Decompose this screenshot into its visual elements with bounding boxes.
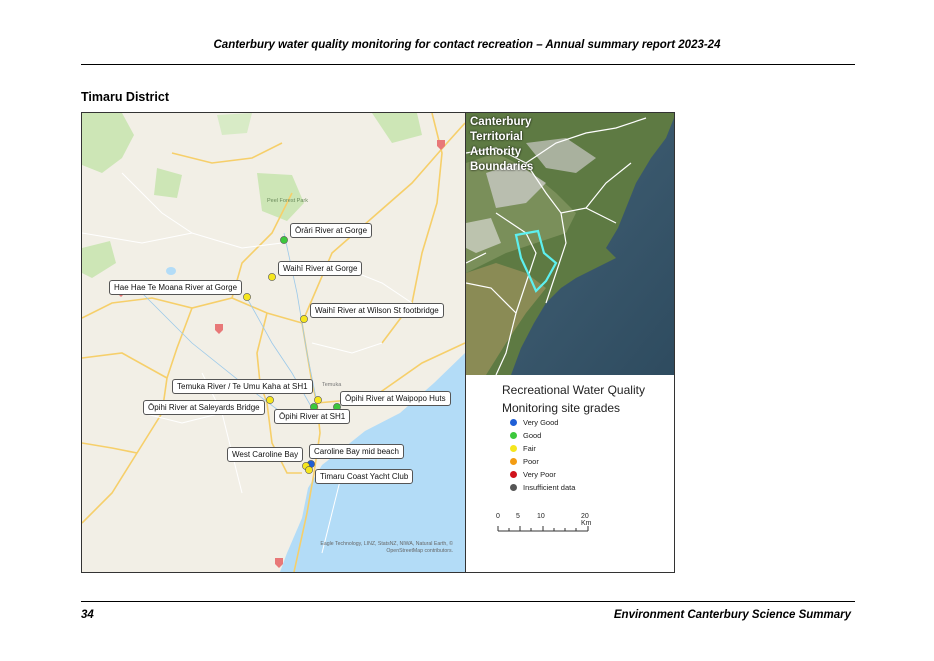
scale-bar: 0 5 10 20 Km (496, 513, 596, 537)
very-good-dot-icon (510, 419, 517, 426)
site-label-temuka-sh1[interactable]: Temuka River / Te Umu Kaha at SH1 (172, 379, 313, 394)
forest-label: Peel Forest Park (267, 198, 308, 204)
town-label: Temuka (322, 382, 342, 388)
legend-item-fair: Fair (510, 444, 536, 454)
inset-title: Canterbury Territorial Authority Boundar… (470, 116, 534, 173)
very-poor-dot-icon (510, 471, 517, 478)
footer-rule (81, 601, 855, 602)
insufficient-dot-icon (510, 484, 517, 491)
legend-item-poor: Poor (510, 457, 539, 467)
header-rule (81, 64, 855, 65)
map-attribution: Eagle Technology, LINZ, StatsNZ, NIWA, N… (320, 541, 453, 554)
legend-item-insufficient: Insufficient data (510, 483, 575, 493)
scale-tick-0: 0 (496, 513, 500, 520)
marker-waihi-wilson[interactable] (300, 315, 308, 323)
site-label-waihi-gorge[interactable]: Waihī River at Gorge (278, 261, 363, 276)
section-title: Timaru District (81, 90, 169, 104)
report-header-title: Canterbury water quality monitoring for … (213, 39, 721, 51)
site-label-haehae-gorge[interactable]: Hae Hae Te Moana River at Gorge (109, 280, 243, 295)
marker-orari-gorge[interactable] (280, 236, 288, 244)
marker-haehae-gorge[interactable] (243, 293, 251, 301)
map-legend: Recreational Water Quality Monitoring si… (465, 375, 674, 572)
legend-item-very-poor: Very Poor (510, 470, 556, 480)
timaru-map[interactable]: Peel Forest Park Temuka Ōrāri River at G… (82, 113, 465, 572)
marker-waihi-gorge[interactable] (268, 273, 276, 281)
site-label-yacht-club[interactable]: Timaru Coast Yacht Club (315, 469, 414, 484)
site-label-opihi-sh1[interactable]: Ōpihi River at SH1 (274, 409, 351, 424)
scale-tick-5: 5 (516, 513, 520, 520)
map-figure: Peel Forest Park Temuka Ōrāri River at G… (81, 112, 675, 573)
site-label-orari-gorge[interactable]: Ōrāri River at Gorge (290, 223, 373, 238)
fair-dot-icon (510, 445, 517, 452)
marker-temuka-sh1[interactable] (266, 396, 274, 404)
marker-opihi-sh1a[interactable] (314, 396, 322, 404)
base-map-graphic: Peel Forest Park Temuka (82, 113, 465, 572)
legend-item-good: Good (510, 431, 541, 441)
good-dot-icon (510, 432, 517, 439)
site-label-waihi-wilson[interactable]: Waihī River at Wilson St footbridge (310, 303, 444, 318)
inset-map[interactable]: Canterbury Territorial Authority Boundar… (465, 113, 674, 375)
marker-yacht-club[interactable] (305, 466, 313, 474)
page-number: 34 (81, 609, 94, 621)
publication-name: Environment Canterbury Science Summary (613, 609, 851, 621)
scale-tick-10: 10 (537, 513, 545, 520)
legend-item-very-good: Very Good (510, 418, 558, 428)
poor-dot-icon (510, 458, 517, 465)
site-label-opihi-waipopo[interactable]: Ōpihi River at Waipopo Huts (340, 391, 451, 406)
site-label-opihi-saleyards[interactable]: Ōpihi River at Saleyards Bridge (143, 400, 265, 415)
site-label-west-caroline[interactable]: West Caroline Bay (227, 447, 304, 462)
legend-title: Recreational Water Quality Monitoring si… (502, 383, 645, 415)
site-label-caroline-mid[interactable]: Caroline Bay mid beach (309, 444, 404, 459)
